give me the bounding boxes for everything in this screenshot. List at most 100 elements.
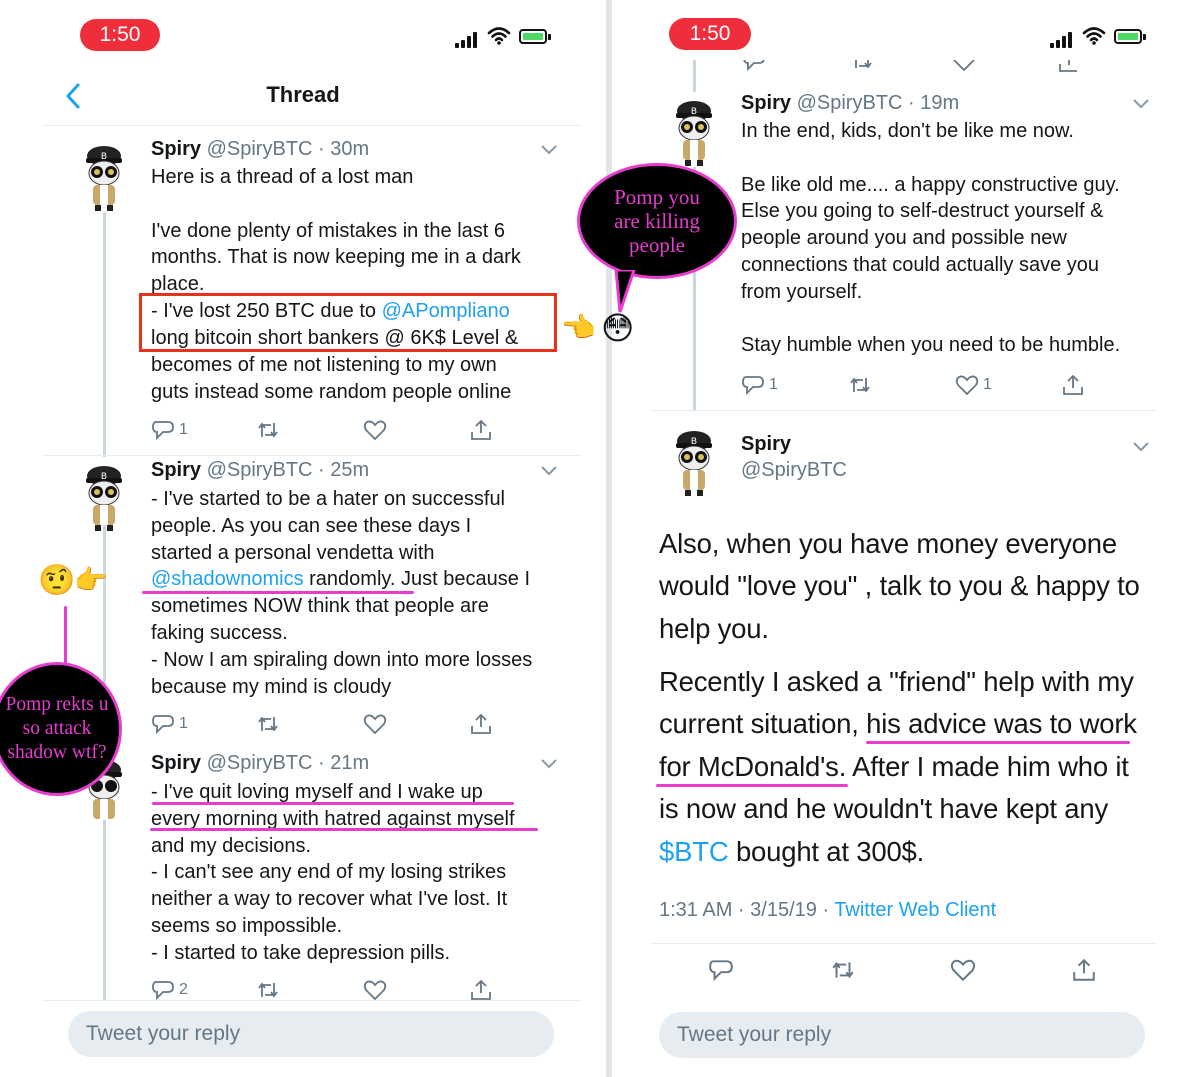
share-button[interactable] [1071,958,1097,982]
share-icon [1063,374,1083,395]
pink-pointer-line [64,606,67,666]
tweet-text-fragment: - I've started to be a hater on successf… [151,488,506,564]
share-icon [1059,60,1077,72]
heart-icon [363,714,387,735]
tweet-text-fragment: Recently I asked a "friend" help with my… [659,666,1137,825]
avatar[interactable]: B [668,427,720,497]
handle[interactable]: @SpiryBTC [741,459,847,482]
handle[interactable]: @SpiryBTC [797,92,903,114]
reply-input[interactable]: Tweet your reply [68,1011,554,1057]
reply-input[interactable]: Tweet your reply [659,1012,1145,1058]
heart-icon [953,60,975,72]
chevron-down-icon[interactable] [1133,442,1149,452]
pink-underline [152,802,514,805]
avatar[interactable]: B [78,142,130,212]
handle[interactable]: @SpiryBTC [207,459,313,481]
pink-underline [142,591,414,594]
like-count: 1 [983,376,992,393]
retweet-button[interactable] [256,712,280,736]
chevron-down-icon[interactable] [541,466,557,476]
reply-button[interactable]: 1 [741,373,778,397]
like-button[interactable]: 1 [955,373,992,397]
tweet-header: Spiry @SpiryBTC · 25m [151,459,370,481]
annotation-bubble: Pomp you are killing people [577,163,737,279]
share-button[interactable] [1061,373,1085,397]
share-icon [471,979,491,1000]
chevron-down-icon[interactable] [541,145,557,155]
display-name-text: Spiry [741,433,792,455]
avatar[interactable]: B [78,462,130,532]
share-icon [471,419,491,440]
display-name[interactable]: Spiry [151,459,201,481]
retweet-button[interactable] [256,978,280,1002]
avatar[interactable]: B [668,97,720,167]
tweet-text: Here is a thread of a lost man I've done… [151,166,521,296]
reply-count: 1 [179,715,188,732]
mention-link[interactable]: @shadownomics [151,568,304,590]
retweet-icon [258,716,278,732]
like-button[interactable] [363,978,387,1002]
tweet-header: Spiry @SpiryBTC · 19m [741,92,960,114]
handle[interactable]: @SpiryBTC [207,138,313,160]
point-left-emoji: 👈 [561,312,596,343]
retweet-button[interactable] [830,958,856,982]
status-icons [455,27,555,48]
heart-icon [363,420,387,441]
reply-divider [42,1000,582,1001]
share-button[interactable] [469,418,493,442]
flushed-emoji: 😳 [601,310,635,346]
tweet-time[interactable]: 21m [330,752,369,774]
share-button[interactable] [469,712,493,736]
pink-underline [656,784,848,787]
display-name[interactable]: Spiry [151,138,201,160]
display-name[interactable]: Spiry [741,433,791,456]
chevron-down-icon[interactable] [541,759,557,769]
tweet-time[interactable]: 30m [330,138,369,160]
reply-button[interactable] [708,958,734,982]
left-phone-screenshot: 1:50 Thread B B Spiry @SpiryBTC · 30m He… [0,0,606,1077]
reply-count: 2 [179,981,188,998]
tweet-header: Spiry @SpiryBTC · 30m [151,138,370,160]
retweet-icon [850,377,870,393]
reply-button[interactable]: 1 [151,418,188,442]
thread-line [693,60,696,92]
chevron-down-icon[interactable] [1133,99,1149,109]
retweet-button[interactable] [256,418,280,442]
signal-icon [455,43,459,48]
share-icon [471,713,491,734]
tweet-text: Also, when you have money everyone would… [659,528,1140,644]
header-divider [42,125,582,126]
client-link[interactable]: Twitter Web Client [834,899,996,921]
point-right-emoji: 👉 [74,565,108,595]
reply-button[interactable]: 1 [151,712,188,736]
cashtag-link[interactable]: $BTC [659,836,729,867]
reply-button[interactable]: 2 [151,978,188,1002]
clipped-action-row [737,60,1077,74]
handle-text: @SpiryBTC [741,459,847,481]
like-button[interactable] [363,712,387,736]
wifi-icon [1082,27,1106,45]
share-button[interactable] [469,978,493,1002]
handle[interactable]: @SpiryBTC [207,752,313,774]
reply-icon [742,376,764,396]
like-button[interactable] [363,418,387,442]
battery-icon [1114,29,1142,44]
heart-icon [950,959,976,982]
display-name[interactable]: Spiry [741,92,791,114]
tweet-divider [650,943,1156,944]
retweet-icon [855,60,872,69]
tweet-text-fragment: bought at 300$. [728,835,925,867]
tweet-text: Recently I asked a "friend" help with my… [659,661,1189,873]
tweet-text: becomes of me not listening to my own gu… [151,354,512,403]
retweet-icon [258,982,278,998]
tweet-text: - I've quit loving myself and I wake up … [151,781,515,964]
tweet-time[interactable]: 19m [920,92,959,114]
display-name[interactable]: Spiry [151,752,201,774]
tweet-time[interactable]: 25m [330,459,369,481]
like-button[interactable] [950,958,976,982]
status-time: 1:50 [669,18,751,50]
red-highlight-box [139,293,557,352]
thinking-emoji: 🤨 [38,564,76,597]
battery-icon [519,29,547,44]
retweet-button[interactable] [848,373,872,397]
